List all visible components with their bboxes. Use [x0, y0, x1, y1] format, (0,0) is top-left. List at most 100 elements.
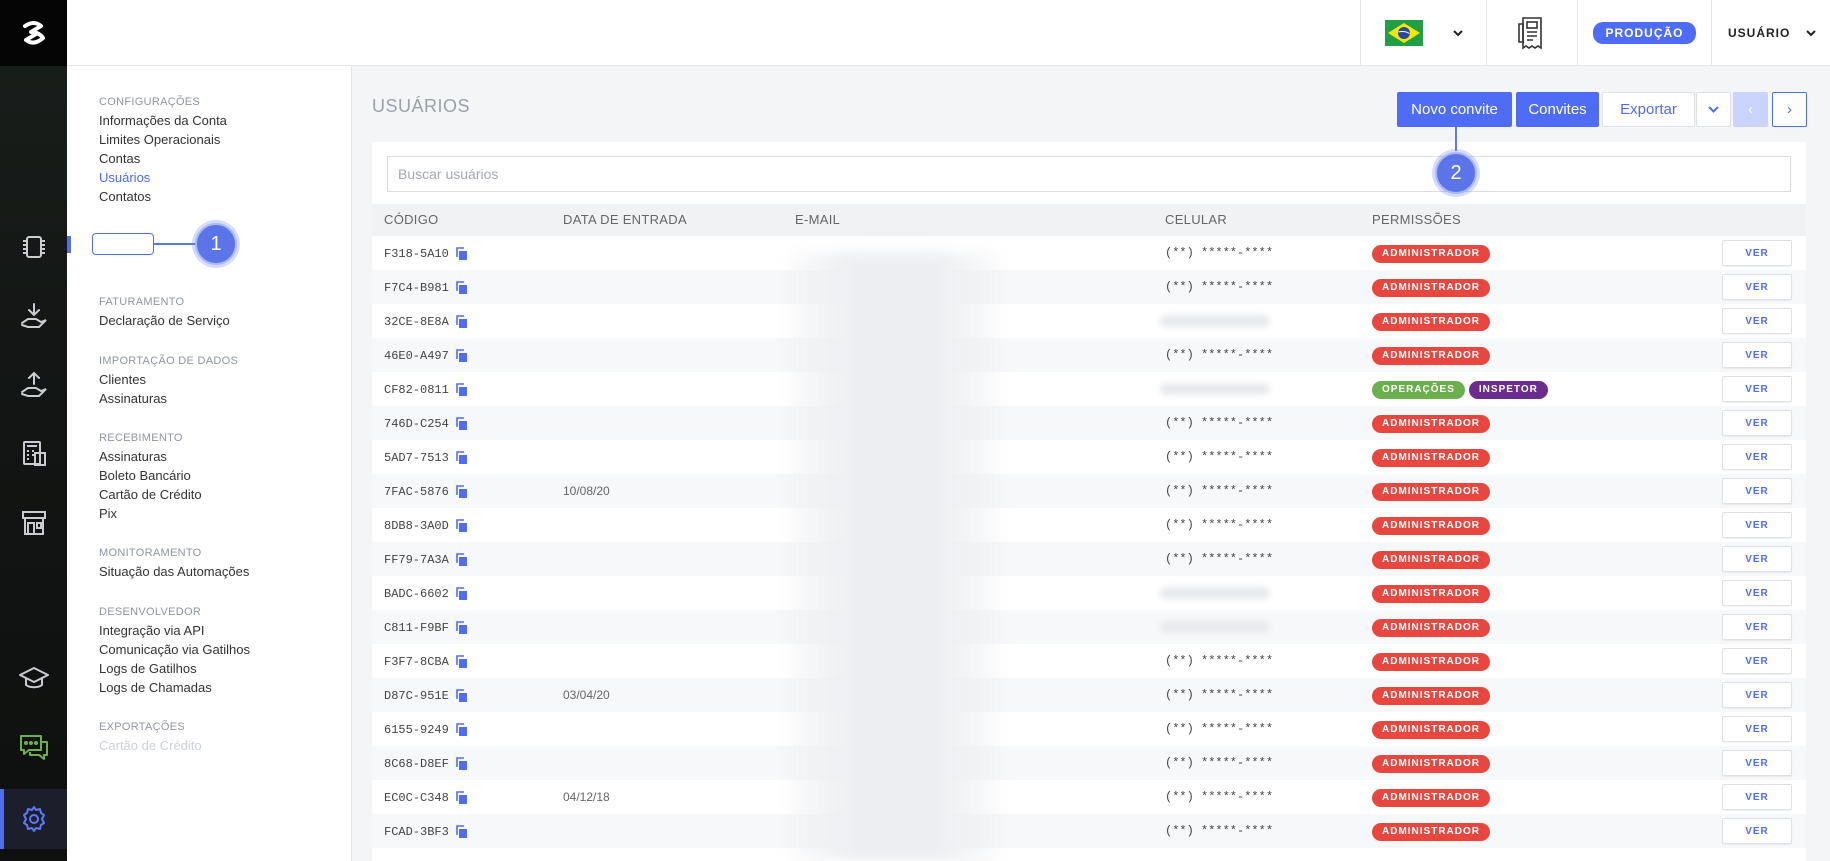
copy-icon[interactable]	[455, 655, 468, 669]
permissions-cell: ADMINISTRADOR	[1372, 542, 1494, 576]
menu-item-assinaturas[interactable]: Assinaturas	[99, 447, 202, 466]
user-code: 746D-C254	[384, 417, 449, 431]
upload-hand-icon[interactable]	[14, 365, 54, 405]
column-header-codigo[interactable]: CÓDIGO	[384, 204, 439, 236]
gear-icon[interactable]	[14, 799, 54, 839]
callout-connector	[1455, 127, 1457, 151]
column-header-celular[interactable]: CELULAR	[1165, 204, 1227, 236]
menu-item-usuarios[interactable]: Usuários	[99, 168, 227, 187]
view-user-button[interactable]: VER	[1722, 376, 1792, 402]
menu-item-pix[interactable]: Pix	[99, 504, 202, 523]
calculator-icon[interactable]	[14, 434, 54, 474]
menu-item-situacao-automacoes[interactable]: Situação das Automações	[99, 562, 249, 581]
copy-icon[interactable]	[455, 553, 468, 567]
view-user-button[interactable]: VER	[1722, 716, 1792, 742]
copy-icon[interactable]	[455, 485, 468, 499]
copy-icon[interactable]	[455, 451, 468, 465]
menu-item-clientes[interactable]: Clientes	[99, 370, 238, 389]
invites-button[interactable]: Convites	[1516, 92, 1599, 127]
copy-icon[interactable]	[455, 791, 468, 805]
copy-icon[interactable]	[455, 825, 468, 839]
export-dropdown-button[interactable]	[1696, 92, 1731, 127]
document-preview-button[interactable]	[1486, 0, 1577, 66]
view-user-button[interactable]: VER	[1722, 682, 1792, 708]
copy-icon[interactable]	[455, 689, 468, 703]
copy-icon[interactable]	[455, 519, 468, 533]
phone-cell: (**) *****-****	[1165, 518, 1274, 532]
export-button[interactable]: Exportar	[1602, 92, 1695, 127]
copy-icon[interactable]	[455, 417, 468, 431]
view-user-button[interactable]: VER	[1722, 478, 1792, 504]
copy-icon[interactable]	[455, 383, 468, 397]
menu-item-logs-gatilhos[interactable]: Logs de Gatilhos	[99, 659, 250, 678]
code-cell: F7C4-B981	[384, 270, 468, 304]
column-header-permissoes[interactable]: PERMISSÕES	[1372, 204, 1461, 236]
view-user-button[interactable]: VER	[1722, 614, 1792, 640]
view-user-button[interactable]: VER	[1722, 274, 1792, 300]
menu-item-cartao-credito-export[interactable]: Cartão de Crédito	[99, 736, 202, 755]
copy-icon[interactable]	[455, 349, 468, 363]
phone-cell: (**) *****-****	[1165, 722, 1274, 736]
brand-logo[interactable]	[0, 0, 67, 66]
user-code: FF79-7A3A	[384, 553, 449, 567]
copy-icon[interactable]	[455, 315, 468, 329]
permission-badge: ADMINISTRADOR	[1372, 414, 1490, 433]
menu-item-integracao-api[interactable]: Integração via API	[99, 621, 250, 640]
menu-item-declaracao-servico[interactable]: Declaração de Serviço	[99, 311, 230, 330]
menu-item-contas[interactable]: Contas	[99, 149, 227, 168]
environment-badge: PRODUÇÃO	[1593, 22, 1696, 44]
view-user-button[interactable]: VER	[1722, 444, 1792, 470]
copy-icon[interactable]	[455, 723, 468, 737]
user-code: 8DB8-3A0D	[384, 519, 449, 533]
copy-icon[interactable]	[455, 587, 468, 601]
view-user-button[interactable]: VER	[1722, 410, 1792, 436]
copy-icon[interactable]	[455, 247, 468, 261]
code-cell: 46E0-A497	[384, 338, 468, 372]
column-header-data-entrada[interactable]: DATA DE ENTRADA	[563, 204, 687, 236]
table-row: 46E0-A497 (**) *****-**** ADMINISTRADOR VER	[372, 338, 1806, 372]
code-cell: F318-5A10	[384, 236, 468, 270]
menu-item-limites-operacionais[interactable]: Limites Operacionais	[99, 130, 227, 149]
table-row: 746D-C254 (**) *****-**** ADMINISTRADOR VER	[372, 406, 1806, 440]
code-cell: 6155-9249	[384, 712, 468, 746]
search-input[interactable]	[387, 156, 1791, 192]
view-user-button[interactable]: VER	[1722, 546, 1792, 572]
language-selector[interactable]	[1360, 0, 1486, 66]
table-row: EC0C-C348 04/12/18 (**) *****-**** ADMINIST…	[372, 780, 1806, 814]
view-user-button[interactable]: VER	[1722, 342, 1792, 368]
menu-group-title: DESENVOLVEDOR	[99, 606, 202, 618]
column-header-email[interactable]: E-MAIL	[795, 204, 840, 236]
user-code: F3F7-8CBA	[384, 655, 449, 669]
menu-item-assinaturas-import[interactable]: Assinaturas	[99, 389, 238, 408]
top-bar: PRODUÇÃO USUÁRIO	[67, 0, 1830, 66]
view-user-button[interactable]: VER	[1722, 784, 1792, 810]
chat-icon[interactable]	[14, 727, 54, 767]
permissions-cell: ADMINISTRADOR	[1372, 780, 1494, 814]
prev-page-button[interactable]: ‹	[1733, 92, 1768, 127]
new-invite-button[interactable]: Novo convite	[1397, 92, 1512, 127]
copy-icon[interactable]	[455, 757, 468, 771]
graduation-cap-icon[interactable]	[14, 658, 54, 698]
menu-item-cartao-credito[interactable]: Cartão de Crédito	[99, 485, 202, 504]
view-user-button[interactable]: VER	[1722, 580, 1792, 606]
copy-icon[interactable]	[455, 621, 468, 635]
user-code: 8C68-D8EF	[384, 757, 449, 771]
chip-icon[interactable]	[14, 227, 54, 267]
menu-item-contatos[interactable]: Contatos	[99, 187, 227, 206]
copy-icon[interactable]	[455, 281, 468, 295]
view-user-button[interactable]: VER	[1722, 818, 1792, 844]
menu-item-logs-chamadas[interactable]: Logs de Chamadas	[99, 678, 250, 697]
menu-item-comunicacao-gatilhos[interactable]: Comunicação via Gatilhos	[99, 640, 250, 659]
menu-item-informacoes-conta[interactable]: Informações da Conta	[99, 111, 227, 130]
store-icon[interactable]	[14, 503, 54, 543]
next-page-button[interactable]: ›	[1772, 92, 1807, 127]
view-user-button[interactable]: VER	[1722, 512, 1792, 538]
download-hand-icon[interactable]	[14, 296, 54, 336]
view-user-button[interactable]: VER	[1722, 750, 1792, 776]
menu-item-boleto-bancario[interactable]: Boleto Bancário	[99, 466, 202, 485]
user-code: 32CE-8E8A	[384, 315, 449, 329]
user-menu[interactable]: USUÁRIO	[1711, 0, 1830, 66]
view-user-button[interactable]: VER	[1722, 308, 1792, 334]
view-user-button[interactable]: VER	[1722, 240, 1792, 266]
view-user-button[interactable]: VER	[1722, 648, 1792, 674]
